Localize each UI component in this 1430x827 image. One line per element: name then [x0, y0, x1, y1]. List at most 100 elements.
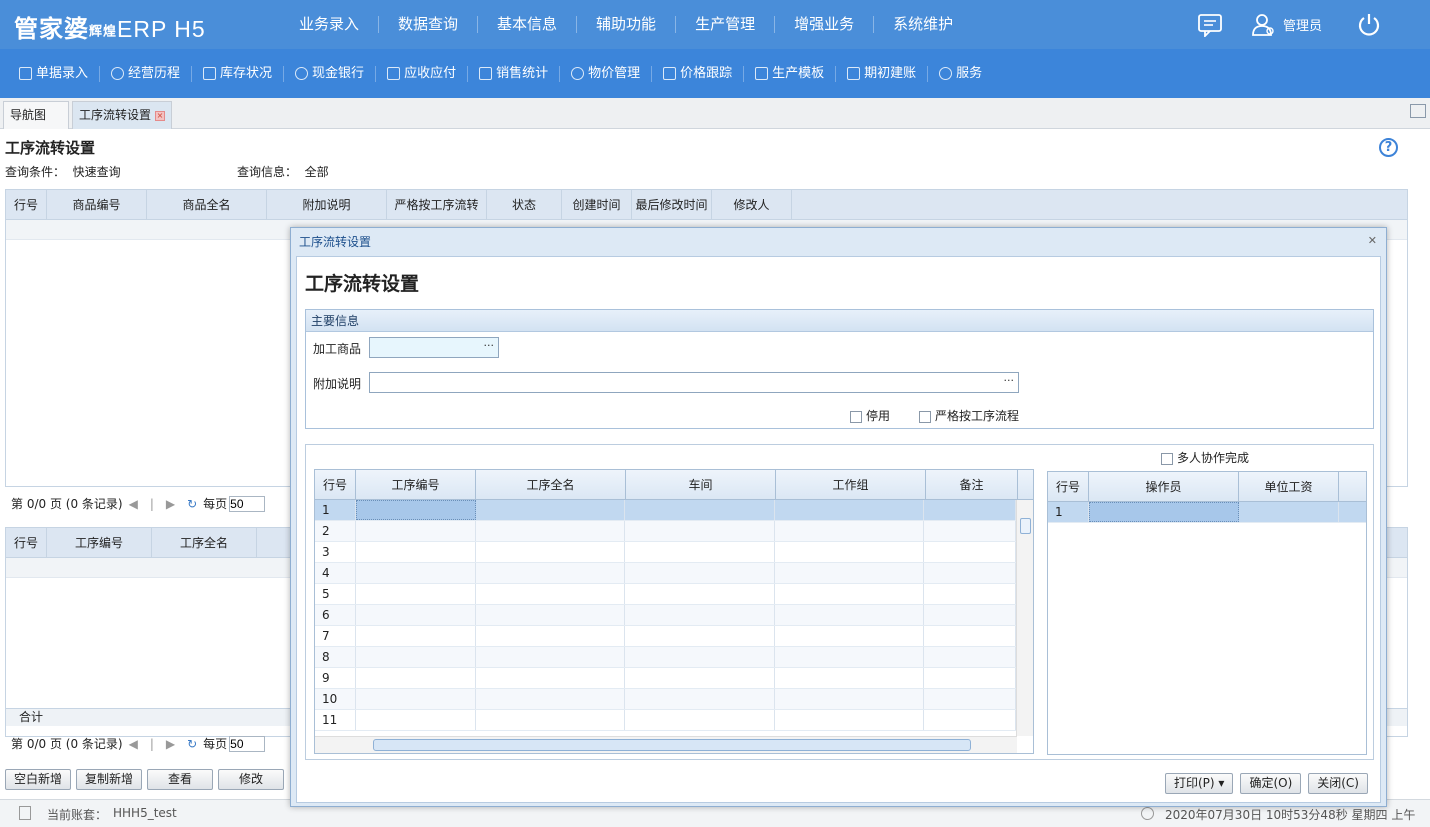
grid-cell[interactable] — [476, 542, 626, 562]
table-row[interactable]: 9 — [315, 668, 1016, 689]
grid-cell[interactable] — [476, 584, 626, 604]
grid-header[interactable]: 商品编号 — [47, 190, 147, 219]
grid-header[interactable]: 备注 — [926, 470, 1018, 499]
first-page-icon[interactable]: ◀ — [129, 737, 138, 751]
grid-cell[interactable] — [476, 563, 626, 583]
grid-cell[interactable] — [476, 647, 626, 667]
nav-aux-functions[interactable]: 辅助功能 — [577, 16, 677, 33]
strict-flow-checkbox[interactable]: 严格按工序流程 — [919, 407, 1019, 424]
blank-new-button[interactable]: 空白新增 — [5, 769, 72, 790]
close-tab-icon[interactable]: × — [155, 110, 166, 121]
ellipsis-icon[interactable]: ··· — [484, 339, 495, 352]
grid-cell[interactable] — [356, 542, 476, 562]
toolbar-inventory[interactable]: 库存状况 — [192, 65, 285, 82]
grid-cell[interactable] — [625, 500, 775, 520]
grid-cell[interactable] — [775, 605, 925, 625]
nav-basic-info[interactable]: 基本信息 — [478, 16, 578, 33]
grid-cell[interactable] — [775, 500, 925, 520]
refresh-icon[interactable]: ↻ — [187, 737, 197, 751]
grid-cell[interactable] — [625, 710, 775, 730]
grid-header[interactable]: 行号 — [6, 528, 47, 557]
table-row[interactable]: 4 — [315, 563, 1016, 584]
grid-cell[interactable] — [625, 647, 775, 667]
grid-header[interactable]: 车间 — [626, 470, 776, 499]
nav-enhanced[interactable]: 增强业务 — [775, 16, 875, 33]
chevron-down-icon[interactable]: ▾ — [1218, 776, 1224, 790]
grid-header[interactable]: 工作组 — [776, 470, 926, 499]
grid-header[interactable]: 附加说明 — [267, 190, 387, 219]
grid-cell[interactable] — [924, 668, 1016, 688]
per-page-input[interactable] — [229, 735, 266, 752]
grid-cell[interactable] — [356, 584, 476, 604]
grid-header[interactable]: 行号 — [1048, 472, 1089, 501]
grid-header[interactable]: 工序编号 — [47, 528, 152, 557]
grid-cell[interactable] — [924, 710, 1016, 730]
toolbar-price-track[interactable]: 价格跟踪 — [652, 65, 745, 82]
grid-cell[interactable] — [775, 689, 925, 709]
grid-cell[interactable] — [625, 626, 775, 646]
copy-new-button[interactable]: 复制新增 — [76, 769, 143, 790]
grid-cell[interactable] — [625, 668, 775, 688]
view-button[interactable]: 查看 — [147, 769, 214, 790]
table-row[interactable]: 7 — [315, 626, 1016, 647]
refresh-icon[interactable]: ↻ — [187, 497, 197, 511]
grid-cell[interactable] — [625, 689, 775, 709]
grid-cell[interactable] — [356, 689, 476, 709]
table-row[interactable]: 1 — [1048, 502, 1366, 523]
grid-header[interactable]: 修改人 — [712, 190, 792, 219]
grid-cell[interactable] — [924, 689, 1016, 709]
multi-worker-checkbox[interactable]: 多人协作完成 — [1161, 449, 1249, 466]
toolbar-receivable[interactable]: 应收应付 — [376, 65, 469, 82]
per-page-input[interactable] — [229, 495, 266, 512]
grid-cell[interactable] — [356, 626, 476, 646]
horizontal-scrollbar[interactable] — [315, 736, 1017, 753]
grid-cell[interactable] — [476, 500, 626, 520]
toolbar-price-mgmt[interactable]: 物价管理 — [560, 65, 653, 82]
next-page-icon[interactable]: ▶ — [166, 497, 175, 511]
table-row[interactable]: 8 — [315, 647, 1016, 668]
operator-cell[interactable] — [1089, 502, 1239, 522]
edit-button[interactable]: 修改 — [218, 769, 285, 790]
toolbar-prod-template[interactable]: 生产模板 — [744, 65, 837, 82]
process-step-grid[interactable]: 行号 工序编号 工序全名 车间 工作组 备注 1 2 3 4 5 6 7 8 9 10 11 — [314, 469, 1034, 754]
tab-navigation[interactable]: 导航图 — [3, 101, 69, 129]
first-page-icon[interactable]: ◀ — [129, 497, 138, 511]
grid-cell[interactable] — [775, 521, 925, 541]
checkbox-icon[interactable] — [919, 410, 931, 423]
vertical-scrollbar[interactable] — [1016, 500, 1033, 736]
grid-cell[interactable] — [924, 647, 1016, 667]
grid-cell[interactable] — [924, 521, 1016, 541]
grid-cell[interactable] — [355, 500, 476, 520]
grid-cell[interactable] — [775, 647, 925, 667]
toolbar-history[interactable]: 经营历程 — [100, 65, 193, 82]
product-input[interactable]: ··· — [369, 337, 499, 358]
grid-header[interactable]: 严格按工序流转 — [387, 190, 487, 219]
toolbar-opening[interactable]: 期初建账 — [836, 65, 929, 82]
grid-header[interactable]: 工序编号 — [356, 470, 476, 499]
grid-cell[interactable] — [476, 668, 626, 688]
toolbar-bill-entry[interactable]: 单据录入 — [8, 65, 101, 82]
grid-cell[interactable] — [625, 521, 775, 541]
next-page-icon[interactable]: ▶ — [166, 737, 175, 751]
checkbox-icon[interactable] — [850, 410, 862, 423]
grid-cell[interactable] — [476, 626, 626, 646]
grid-header[interactable]: 状态 — [487, 190, 562, 219]
grid-cell[interactable] — [775, 584, 925, 604]
nav-system[interactable]: 系统维护 — [874, 16, 972, 33]
disabled-checkbox[interactable]: 停用 — [850, 407, 890, 424]
grid-header[interactable]: 操作员 — [1089, 472, 1239, 501]
grid-cell[interactable] — [625, 542, 775, 562]
user-icon[interactable] — [1251, 13, 1277, 37]
grid-cell[interactable] — [924, 626, 1016, 646]
restore-window-icon[interactable] — [1410, 104, 1426, 118]
close-button[interactable]: 关闭(C) — [1308, 773, 1368, 794]
ok-button[interactable]: 确定(O) — [1240, 773, 1302, 794]
grid-cell[interactable] — [476, 689, 626, 709]
grid-cell[interactable] — [356, 605, 476, 625]
grid-cell[interactable] — [356, 521, 476, 541]
table-row[interactable]: 10 — [315, 689, 1016, 710]
grid-cell[interactable] — [924, 542, 1016, 562]
ellipsis-icon[interactable]: ··· — [1004, 374, 1015, 387]
power-icon[interactable] — [1356, 12, 1382, 38]
grid-cell[interactable] — [775, 710, 925, 730]
